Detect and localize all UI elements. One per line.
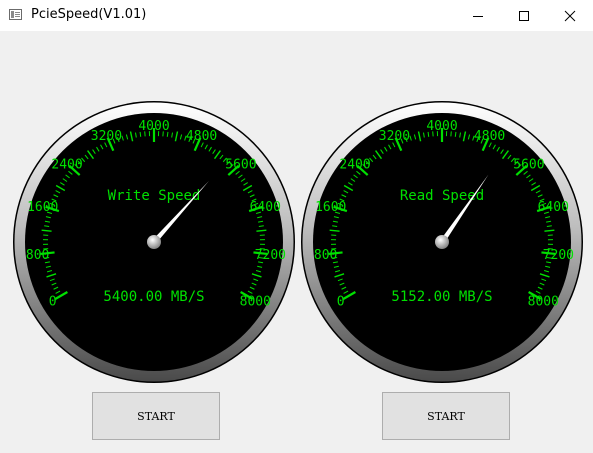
read-start-button[interactable]: START	[382, 392, 510, 440]
scale-label: 4000	[426, 119, 457, 134]
scale-label: 7200	[255, 248, 286, 263]
scale-label: 0	[337, 295, 345, 310]
scale-label: 4800	[186, 129, 217, 144]
speed-readout: 5152.00 MB/S	[391, 289, 492, 305]
scale-label: 800	[314, 248, 337, 263]
scale-label: 3200	[91, 129, 122, 144]
scale-label: 8000	[240, 295, 271, 310]
scale-label: 7200	[543, 248, 574, 263]
scale-label: 5600	[225, 158, 256, 173]
scale-label: 4800	[474, 129, 505, 144]
gauge-label: Write Speed	[108, 188, 201, 204]
read-speed-gauge: 0 800 1600 2400 3200 4000 4800 5600 6400 7200 8000…	[301, 101, 583, 383]
write-speed-gauge: 0 800 1600 2400 3200 4000 4800 5600 6400 7200 8000…	[13, 101, 295, 383]
maximize-icon	[519, 10, 529, 21]
scale-label: 6400	[538, 200, 569, 215]
close-button[interactable]	[547, 0, 593, 31]
minimize-icon	[473, 15, 483, 17]
scale-label: 1600	[315, 200, 346, 215]
close-icon	[564, 10, 576, 21]
maximize-button[interactable]	[501, 0, 547, 31]
gauge-label: Read Speed	[400, 188, 484, 204]
scale-label: 5600	[513, 158, 544, 173]
write-start-button[interactable]: START	[92, 392, 220, 440]
scale-label: 2400	[339, 158, 370, 173]
scale-label: 4000	[138, 119, 169, 134]
scale-label: 3200	[379, 129, 410, 144]
minimize-button[interactable]	[455, 0, 501, 31]
scale-label: 0	[49, 295, 57, 310]
speed-readout: 5400.00 MB/S	[103, 289, 204, 305]
needle-hub	[147, 235, 161, 249]
scale-label: 800	[26, 248, 49, 263]
scale-label: 1600	[27, 200, 58, 215]
scale-label: 8000	[528, 295, 559, 310]
window-title: PcieSpeed(V1.01)	[31, 7, 147, 22]
title-bar: PcieSpeed(V1.01)	[0, 0, 593, 31]
needle-hub	[435, 235, 449, 249]
scale-label: 2400	[51, 158, 82, 173]
scale-label: 6400	[250, 200, 281, 215]
app-icon	[9, 9, 22, 20]
